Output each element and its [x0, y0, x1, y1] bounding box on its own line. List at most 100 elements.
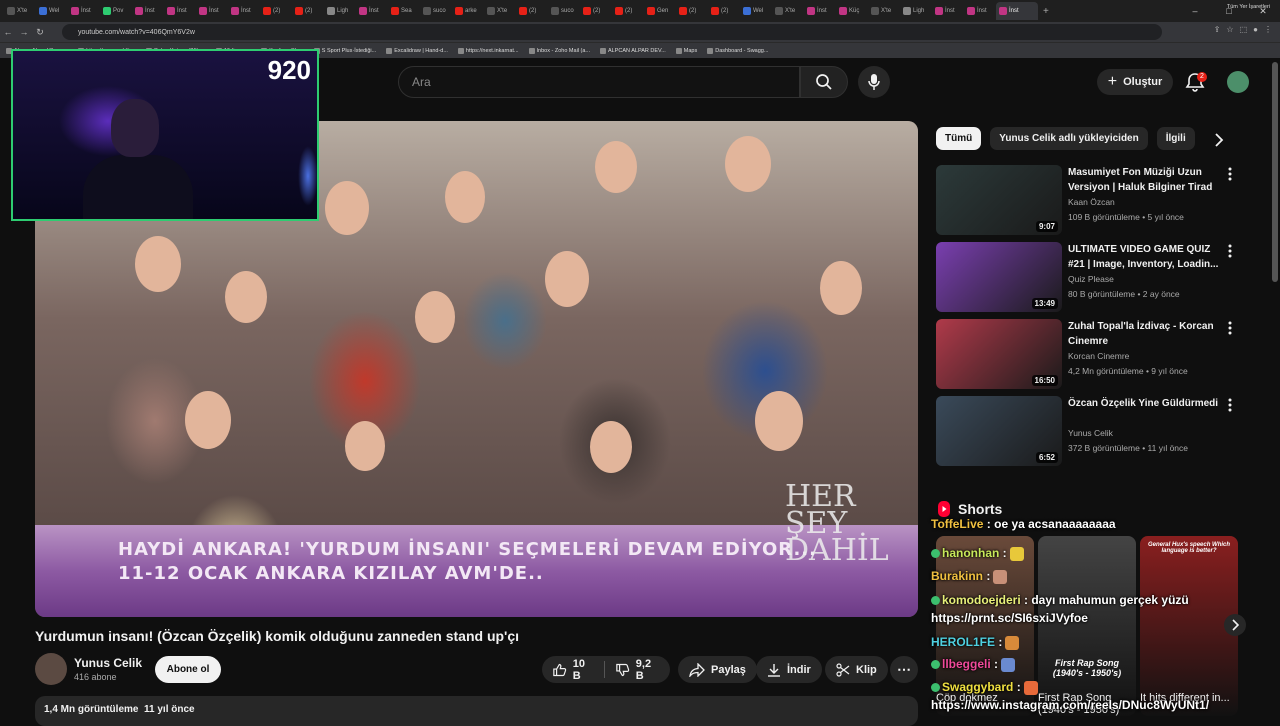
browser-tab[interactable]: İnst [164, 2, 195, 20]
browser-tab[interactable]: İnst [196, 2, 227, 20]
bookmark-item[interactable]: S Sport Plus·İstediği... [313, 47, 376, 54]
bookmark-item[interactable]: Inbox - Zoho Mail (a... [528, 47, 590, 54]
browser-tab[interactable]: (2) [260, 2, 291, 20]
channel-avatar[interactable] [35, 653, 67, 685]
share-page-icon[interactable]: ⇪ [1214, 25, 1221, 34]
subscribe-button[interactable]: Abone ol [155, 656, 221, 683]
browser-tab[interactable]: X'te [868, 2, 899, 20]
all-bookmarks[interactable]: Tüm Yer İşaretleri [1227, 4, 1270, 10]
tab-label: Ligh [913, 8, 925, 14]
like-button[interactable]: 10 B [542, 656, 604, 683]
recommendation-item[interactable]: 16:50 Zuhal Topal'la İzdivaç - Korcan Cin… [936, 319, 1236, 389]
bookmark-item[interactable]: https://next.inkarnat... [457, 47, 519, 54]
search-button[interactable] [800, 66, 848, 98]
share-button[interactable]: Paylaş [678, 656, 757, 683]
browser-tab[interactable]: (2) [676, 2, 707, 20]
video-thumbnail[interactable]: 16:50 [936, 319, 1062, 389]
forward-icon[interactable]: → [16, 27, 32, 37]
browser-tab[interactable]: (2) [516, 2, 547, 20]
recommendation-title[interactable]: Zuhal Topal'la İzdivaç - Korcan Cinemre [1068, 319, 1223, 349]
account-avatar[interactable] [1227, 71, 1249, 93]
bookmark-star-icon[interactable]: ☆ [1226, 25, 1233, 34]
recommendation-channel[interactable]: Quiz Please [1068, 274, 1114, 284]
browser-tab[interactable]: İnst [356, 2, 387, 20]
profile-icon[interactable]: ● [1253, 25, 1258, 34]
browser-tab[interactable]: arke [452, 2, 483, 20]
dislike-count: 9,2 B [635, 657, 652, 682]
bookmark-item[interactable]: Maps [675, 47, 697, 54]
page-scrollbar[interactable] [1272, 62, 1278, 282]
browser-tab[interactable]: İnst [68, 2, 99, 20]
recommendation-channel[interactable]: Korcan Cinemre [1068, 351, 1129, 361]
recommendation-title[interactable]: Masumiyet Fon Müziği Uzun Versiyon | Hal… [1068, 165, 1223, 195]
back-icon[interactable]: ← [0, 27, 16, 37]
video-thumbnail[interactable]: 6:52 [936, 396, 1062, 466]
browser-tab[interactable]: Wel [36, 2, 67, 20]
browser-tab[interactable]: (2) [580, 2, 611, 20]
browser-tab[interactable]: İnst [804, 2, 835, 20]
menu-icon[interactable]: ⋮ [1264, 25, 1272, 34]
browser-tab[interactable]: Ligh [324, 2, 355, 20]
browser-tab[interactable]: Gen [644, 2, 675, 20]
reload-icon[interactable]: ↻ [32, 27, 48, 38]
browser-tab[interactable]: Küç [836, 2, 867, 20]
chips-next-button[interactable] [1208, 129, 1230, 151]
download-label: İndir [787, 663, 811, 676]
voice-search-button[interactable] [858, 66, 890, 98]
recommendation-channel[interactable]: Kaan Özcan [1068, 197, 1115, 207]
browser-tab[interactable]: (2) [292, 2, 323, 20]
more-vertical-icon[interactable] [1228, 398, 1234, 414]
bookmark-item[interactable]: Dashboard - Swagg... [707, 47, 768, 54]
minimize-icon[interactable]: – [1178, 6, 1212, 16]
more-actions-button[interactable]: ⋯ [890, 656, 918, 683]
recommendation-item[interactable]: 13:49 ULTIMATE VIDEO GAME QUIZ #21 | Imag… [936, 242, 1236, 312]
browser-tab[interactable]: İnst [132, 2, 163, 20]
browser-tab[interactable]: (2) [708, 2, 739, 20]
browser-tab[interactable]: suco [420, 2, 451, 20]
browser-tab[interactable]: Sea [388, 2, 419, 20]
browser-tab[interactable]: suco [548, 2, 579, 20]
filter-chip[interactable]: Yunus Celik adlı yükleyiciden [990, 127, 1148, 150]
more-vertical-icon[interactable] [1228, 167, 1234, 183]
browser-tab[interactable]: Pov [100, 2, 131, 20]
browser-tab[interactable]: X'te [484, 2, 515, 20]
browser-tab[interactable]: (2) [612, 2, 643, 20]
bookmark-item[interactable]: ALPCAN ALPAR DEV... [600, 47, 666, 54]
recommendation-item[interactable]: 9:07 Masumiyet Fon Müziği Uzun Versiyon |… [936, 165, 1236, 235]
browser-tab[interactable]: İnst [228, 2, 259, 20]
download-button[interactable]: İndir [756, 656, 822, 683]
video-thumbnail[interactable]: 13:49 [936, 242, 1062, 312]
create-label: Oluştur [1123, 76, 1163, 88]
browser-tab[interactable]: İnst [996, 2, 1038, 20]
clip-button[interactable]: Klip [825, 656, 888, 683]
recommendation-channel[interactable]: Yunus Celik [1068, 428, 1113, 438]
new-tab-icon[interactable]: + [1043, 6, 1049, 17]
browser-tab[interactable]: İnst [932, 2, 963, 20]
recommendation-title[interactable]: Özcan Özçelik Yine Güldürmedi [1068, 396, 1223, 411]
dislike-button[interactable]: 9,2 B [605, 656, 670, 683]
video-thumbnail[interactable]: 9:07 [936, 165, 1062, 235]
more-vertical-icon[interactable] [1228, 321, 1234, 337]
filter-chip[interactable]: İlgili [1156, 127, 1195, 150]
tab-label: X'te [497, 8, 508, 14]
shorts-next-button[interactable] [1224, 614, 1246, 636]
description-box[interactable]: 1,4 Mn görüntüleme 11 yıl önce [35, 696, 918, 726]
recommendation-title[interactable]: ULTIMATE VIDEO GAME QUIZ #21 | Image, In… [1068, 242, 1223, 272]
channel-name[interactable]: Yunus Celik [74, 656, 142, 670]
browser-tab[interactable]: X'te [4, 2, 35, 20]
search-input[interactable]: Ara [398, 66, 800, 98]
more-vertical-icon[interactable] [1228, 244, 1234, 260]
short-thumbnail[interactable]: First Rap Song (1940's - 1950's) [1038, 536, 1136, 716]
browser-tab[interactable]: Wel [740, 2, 771, 20]
audience-face [185, 391, 231, 449]
browser-tab[interactable]: İnst [964, 2, 995, 20]
bookmark-item[interactable]: Excalidraw | Hand-d... [386, 47, 448, 54]
create-button[interactable]: + Oluştur [1097, 69, 1173, 95]
download-icon [768, 663, 780, 677]
extensions-icon[interactable]: ⬚ [1240, 25, 1248, 34]
url-field[interactable]: youtube.com/watch?v=406QmY6V2w [62, 24, 1162, 40]
filter-chip[interactable]: Tümü [936, 127, 982, 150]
browser-tab[interactable]: X'te [772, 2, 803, 20]
browser-tab[interactable]: Ligh [900, 2, 931, 20]
recommendation-item[interactable]: 6:52 Özcan Özçelik Yine Güldürmedi Yunus C… [936, 396, 1236, 466]
